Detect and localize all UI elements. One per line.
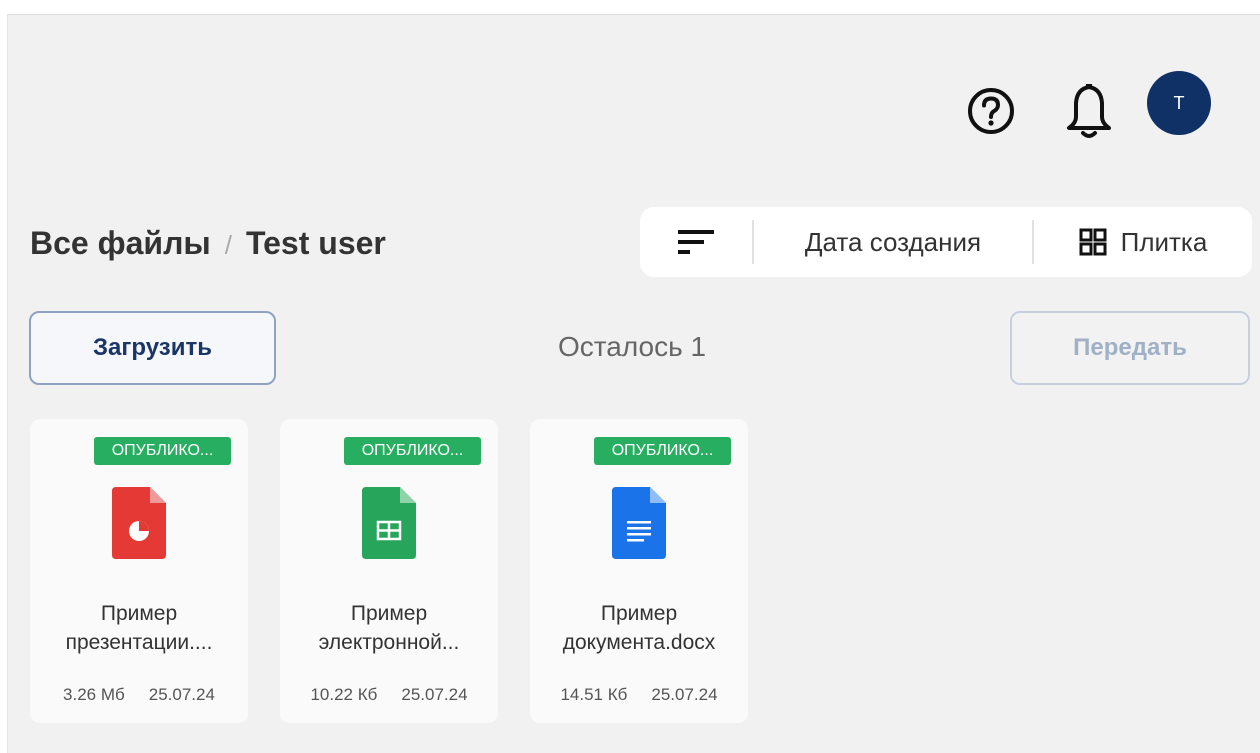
help-button[interactable] <box>961 81 1021 141</box>
view-toolbar: Дата создания Плитка <box>640 207 1252 277</box>
file-name-line: Пример <box>100 602 178 625</box>
file-meta: 3.26 Мб 25.07.24 <box>30 685 248 705</box>
user-avatar[interactable]: T <box>1147 71 1211 135</box>
file-date: 25.07.24 <box>651 685 718 704</box>
status-badge: ОПУБЛИКО... <box>94 437 231 465</box>
spreadsheet-file-icon <box>362 487 416 559</box>
remaining-counter: Осталось 1 <box>558 331 707 362</box>
status-badge: ОПУБЛИКО... <box>594 437 731 465</box>
presentation-file-icon <box>112 487 166 559</box>
breadcrumb-root[interactable]: Все файлы <box>30 225 211 261</box>
main-area: T Все файлы / Test user Дата создания Плит… <box>7 14 1260 753</box>
file-meta: 14.51 Кб 25.07.24 <box>530 685 748 705</box>
file-date: 25.07.24 <box>148 685 215 704</box>
file-name-line: электронной... <box>318 631 460 654</box>
breadcrumb: Все файлы / Test user <box>30 225 386 262</box>
transfer-button[interactable]: Передать <box>1010 311 1250 385</box>
view-mode-selector[interactable]: Плитка <box>1034 207 1252 277</box>
grid-icon <box>1079 228 1107 256</box>
file-size: 14.51 Кб <box>560 685 628 704</box>
bell-icon <box>1067 84 1111 138</box>
document-file-icon <box>612 487 666 559</box>
sort-field-selector[interactable]: Дата создания <box>754 207 1032 277</box>
file-size: 10.22 Кб <box>310 685 378 704</box>
sort-lines-icon <box>678 230 714 254</box>
file-name-line: Пример <box>600 602 678 625</box>
sort-button[interactable] <box>640 207 752 277</box>
avatar-initial: T <box>1173 92 1185 113</box>
notifications-button[interactable] <box>1057 81 1121 145</box>
file-name-line: презентации.... <box>65 631 213 654</box>
breadcrumb-separator: / <box>224 230 232 260</box>
file-card[interactable]: ОПУБЛИКО... Пример электронной... 10.22 … <box>280 419 498 723</box>
file-meta: 10.22 Кб 25.07.24 <box>280 685 498 705</box>
file-card[interactable]: ОПУБЛИКО... Пример презентации.... 3.26 … <box>30 419 248 723</box>
question-circle-icon <box>968 88 1014 134</box>
file-date: 25.07.24 <box>401 685 468 704</box>
view-mode-label: Плитка <box>1120 226 1208 257</box>
file-card[interactable]: ОПУБЛИКО... Пример документа.docx 14.51 … <box>530 419 748 723</box>
status-badge: ОПУБЛИКО... <box>344 437 481 465</box>
upload-button[interactable]: Загрузить <box>29 311 276 385</box>
file-name-line: документа.docx <box>562 631 716 654</box>
file-size: 3.26 Мб <box>63 685 125 704</box>
file-name: Пример документа.docx <box>534 599 744 657</box>
file-name: Пример электронной... <box>284 599 494 657</box>
file-name-line: Пример <box>350 602 428 625</box>
breadcrumb-current: Test user <box>245 225 386 261</box>
file-name: Пример презентации.... <box>34 599 244 657</box>
